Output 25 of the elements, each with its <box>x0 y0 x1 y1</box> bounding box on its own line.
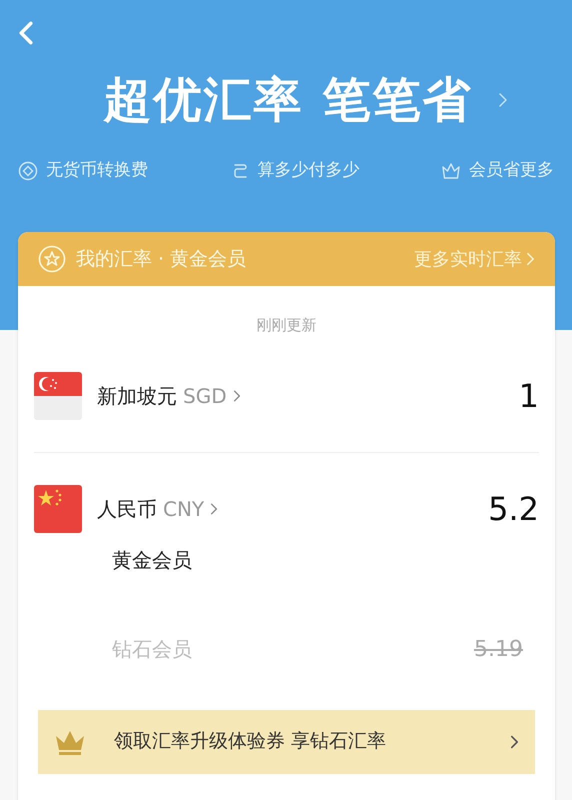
coin-icon <box>18 160 38 181</box>
chevron-right-icon <box>510 734 519 750</box>
rate-value: 5.2 <box>488 488 539 530</box>
update-status: 刚刚更新 <box>256 315 316 336</box>
flag-icon <box>34 484 82 532</box>
back-icon <box>18 20 34 46</box>
tier-label: 黄金会员 <box>112 548 192 572</box>
currency-selector[interactable]: 新加坡元 SGD <box>97 380 241 410</box>
feature-label: 会员省更多 <box>469 159 554 182</box>
struck-rate: 5.19 <box>474 636 523 664</box>
currency-selector[interactable]: 人民币 CNY <box>97 494 218 524</box>
chevron-right-icon <box>210 502 218 516</box>
feature-label: 无货币转换费 <box>46 159 148 182</box>
tier-label: 钻石会员 <box>112 636 192 663</box>
chevron-right-icon <box>526 251 535 267</box>
card-title: 我的汇率 · 黄金会员 <box>76 246 246 272</box>
rate-value: 1 <box>518 376 539 416</box>
crown-icon <box>441 160 461 181</box>
upgrade-banner[interactable]: 领取汇率升级体验券 享钻石汇率 <box>38 710 535 774</box>
banner-title: 超优汇率 笔笔省 <box>104 71 472 130</box>
feature-label: 算多少付多少 <box>258 159 360 182</box>
flag-icon <box>34 372 82 420</box>
star-badge-icon <box>38 245 66 273</box>
chevron-right-icon <box>232 388 241 402</box>
chevron-right-icon <box>498 91 508 109</box>
